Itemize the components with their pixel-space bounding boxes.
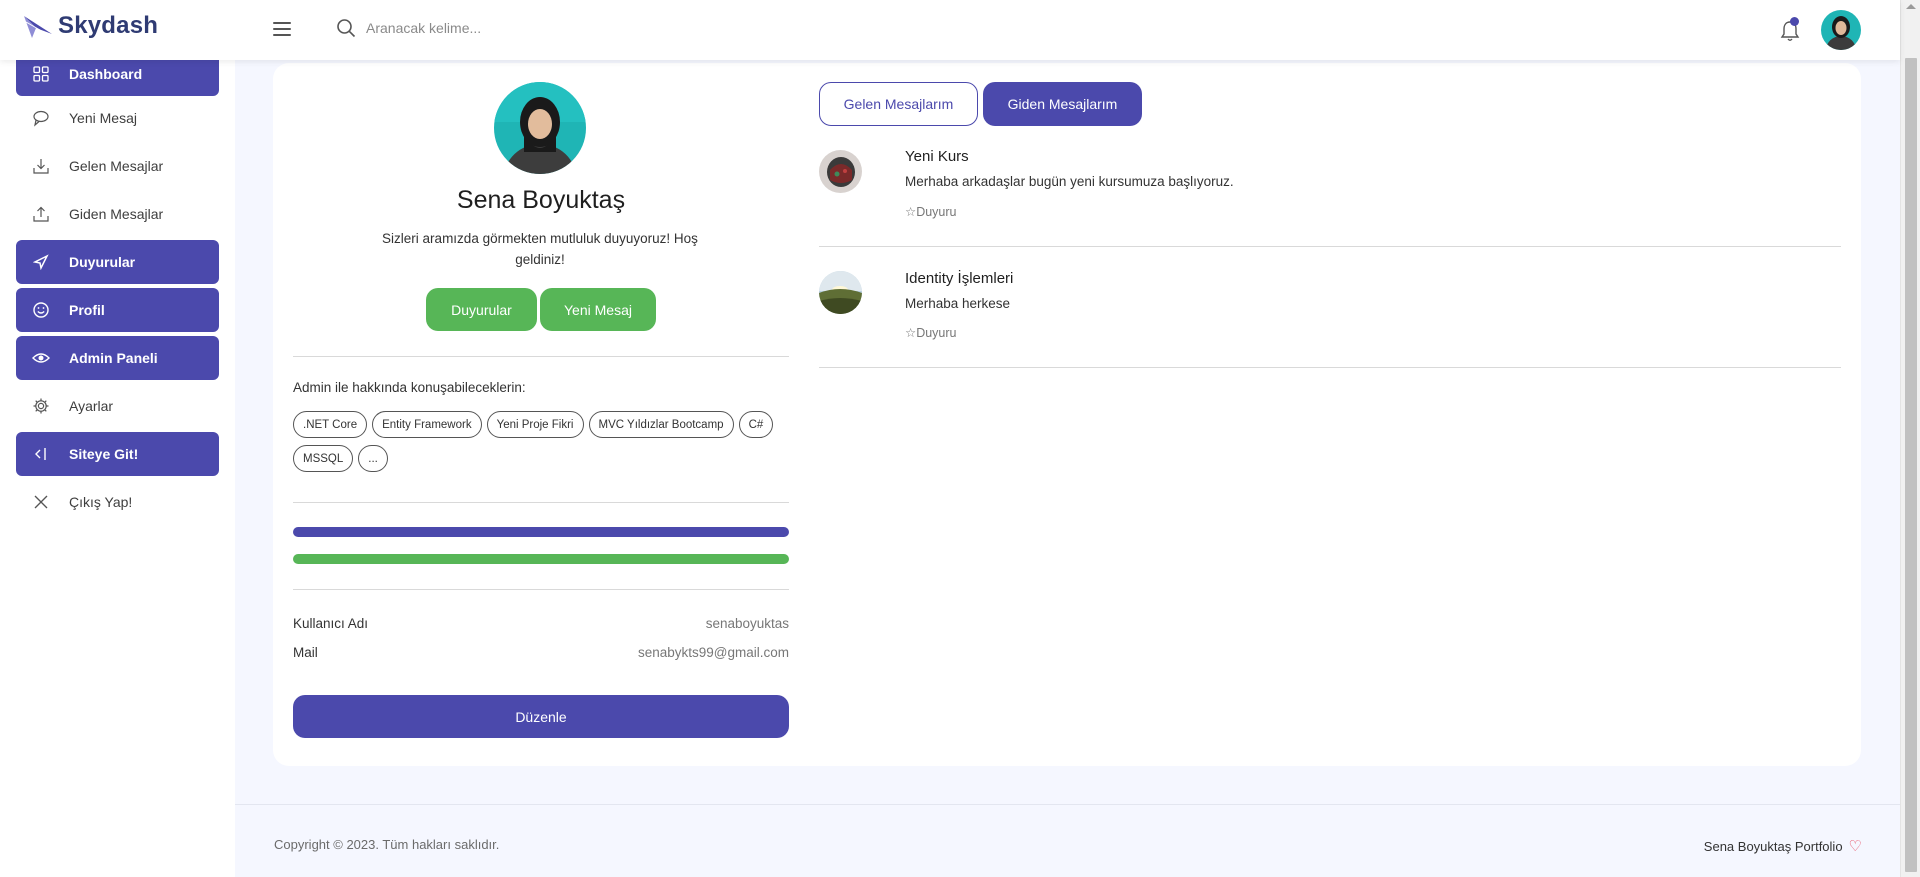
menu-toggle-icon[interactable] (273, 22, 291, 36)
progress-bar-primary (293, 527, 789, 537)
edit-button[interactable]: Düzenle (293, 695, 789, 738)
profile-bio: Sizleri aramızda görmekten mutluluk duyu… (382, 231, 698, 267)
profile-avatar (494, 82, 586, 174)
gear-icon (31, 396, 51, 416)
topic-tag[interactable]: MSSQL (293, 445, 354, 472)
message-title[interactable]: Yeni Kurs (905, 148, 969, 165)
scroll-thumb[interactable] (1905, 58, 1917, 872)
send-icon (31, 252, 51, 272)
page-scrollbar[interactable] (1900, 0, 1920, 877)
sidebar-item-label: Gelen Mesajlar (69, 158, 164, 174)
sidebar-item-announcements[interactable]: Duyurular (16, 240, 219, 284)
exit-arrow-icon (31, 444, 51, 464)
announcements-button[interactable]: Duyurular (426, 288, 537, 331)
eye-icon (31, 348, 51, 368)
message-image (819, 271, 862, 314)
sidebar-item-label: Siteye Git! (69, 446, 139, 462)
message-divider (819, 367, 1841, 368)
brand-logo[interactable]: Skydash (22, 12, 158, 40)
info-key: Kullanıcı Adı (293, 616, 369, 631)
sidebar-item-label: Profil (69, 302, 105, 318)
message-title[interactable]: Identity İşlemleri (905, 270, 1013, 287)
topic-tag[interactable]: .NET Core (293, 411, 368, 438)
paper-plane-wing-icon (24, 16, 52, 38)
info-row-mail: Mail senabykts99@gmail.com (293, 645, 789, 660)
topic-tag[interactable]: C# (738, 411, 774, 438)
info-value: senabykts99@gmail.com (637, 645, 789, 660)
message-divider (819, 246, 1841, 247)
sidebar-item-go-to-site[interactable]: Siteye Git! (16, 432, 219, 476)
message-tag: ☆Duyuru (905, 326, 957, 340)
sidebar-item-outbox[interactable]: Giden Mesajlar (16, 192, 219, 236)
topic-tags: .NET Core Entity Framework Yeni Proje Fi… (293, 411, 793, 472)
message-body: Merhaba herkese (905, 296, 1011, 311)
search-icon (337, 19, 356, 38)
top-navbar: Skydash (0, 0, 1900, 60)
profile-photo (494, 82, 586, 174)
message-image (819, 150, 862, 193)
sidebar: Dashboard Yeni Mesaj Gelen Mesajlar Gide… (0, 52, 235, 877)
search-bar (336, 18, 666, 38)
info-value: senaboyuktas (705, 616, 789, 631)
notification-dot (1790, 17, 1799, 26)
sidebar-item-logout[interactable]: Çıkış Yap! (16, 480, 219, 524)
sidebar-item-label: Admin Paneli (69, 350, 158, 366)
sidebar-item-inbox[interactable]: Gelen Mesajlar (16, 144, 219, 188)
sidebar-item-label: Ayarlar (69, 398, 114, 414)
upload-icon (31, 204, 51, 224)
info-row-username: Kullanıcı Adı senaboyuktas (293, 616, 789, 631)
topic-tag[interactable]: ... (358, 445, 388, 472)
sidebar-item-label: Yeni Mesaj (69, 110, 137, 126)
sidebar-item-admin-panel[interactable]: Admin Paneli (16, 336, 219, 380)
avatar-image (1821, 10, 1861, 50)
chat-icon (31, 108, 51, 128)
footer-portfolio: Sena Boyuktaş Portfolio ♡ (1704, 837, 1862, 855)
close-icon (31, 492, 51, 512)
copyright-text: Copyright © 2023. Tüm hakları saklıdır. (274, 837, 500, 852)
topic-tag[interactable]: Entity Framework (372, 411, 482, 438)
smile-icon (31, 300, 51, 320)
progress-bar-success (293, 554, 789, 564)
portfolio-text[interactable]: Sena Boyuktaş Portfolio (1704, 839, 1843, 854)
tab-inbox[interactable]: Gelen Mesajlarım (819, 82, 978, 126)
profile-name: Sena Boyuktaş (456, 186, 626, 214)
footer: Copyright © 2023. Tüm hakları saklıdır. … (235, 804, 1900, 877)
new-message-button[interactable]: Yeni Mesaj (540, 288, 656, 331)
sidebar-item-settings[interactable]: Ayarlar (16, 384, 219, 428)
message-tag: ☆Duyuru (905, 205, 957, 219)
topic-tag[interactable]: Yeni Proje Fikri (486, 411, 584, 438)
divider (293, 502, 789, 503)
topic-tag[interactable]: MVC Yıldızlar Bootcamp (588, 411, 734, 438)
info-key: Mail (293, 645, 318, 660)
sidebar-item-label: Duyurular (69, 254, 136, 270)
search-input[interactable] (366, 20, 666, 36)
sidebar-item-profile[interactable]: Profil (16, 288, 219, 332)
grid-icon (31, 64, 51, 84)
divider (293, 356, 789, 357)
heart-icon: ♡ (1848, 838, 1862, 855)
sidebar-item-label: Çıkış Yap! (69, 494, 133, 510)
message-avatar (819, 271, 862, 314)
scroll-up-arrow-icon[interactable] (1906, 4, 1916, 9)
sidebar-item-label: Giden Mesajlar (69, 206, 164, 222)
sidebar-item-label: Dashboard (69, 66, 143, 82)
brand-name: Skydash (58, 12, 159, 39)
message-avatar (819, 150, 862, 193)
tab-outbox[interactable]: Giden Mesajlarım (983, 82, 1142, 126)
message-body: Merhaba arkadaşlar bugün yeni kursumuza … (905, 174, 1234, 189)
download-icon (31, 156, 51, 176)
user-avatar[interactable] (1821, 10, 1861, 50)
topics-title: Admin ile hakkında konuşabileceklerin: (293, 380, 526, 395)
sidebar-item-new-message[interactable]: Yeni Mesaj (16, 96, 219, 140)
divider (293, 589, 789, 590)
